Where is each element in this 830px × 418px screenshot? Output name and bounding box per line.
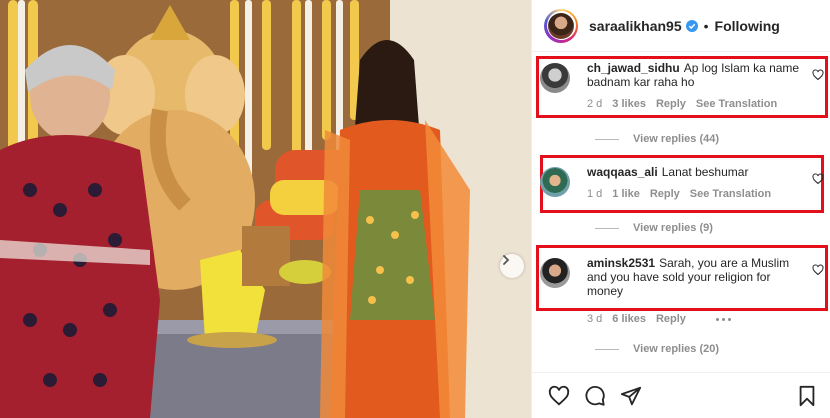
view-replies-button[interactable]: View replies (20) [595,343,719,355]
comment-time: 2 d [587,98,603,110]
reply-button[interactable]: Reply [656,312,686,326]
comment-text: Lanat beshumar [661,165,749,179]
comment-likes[interactable]: 3 likes [612,97,646,111]
chevron-right-icon [503,255,510,265]
comment-likes[interactable]: 1 like [612,187,640,201]
view-replies-button[interactable]: View replies (44) [595,133,719,145]
instagram-post-view: saraalikhan95 • Following ch_jawad_sidhu… [0,0,830,418]
commenter-avatar[interactable] [540,167,570,197]
post-action-bar [532,372,830,418]
commenter-avatar[interactable] [540,63,570,93]
comment-username[interactable]: aminsk2531 [587,256,655,270]
next-photo-button[interactable] [500,254,524,278]
view-replies-label: View replies (44) [633,133,720,145]
header-separator: • [703,17,709,34]
more-options-icon[interactable] [715,312,731,326]
author-avatar[interactable] [544,8,578,43]
comment-meta: 2 d 3 likes Reply See Translation [587,97,802,111]
comment-like-heart-icon[interactable] [812,69,824,81]
commenter-avatar[interactable] [540,258,570,288]
comment-like-heart-icon[interactable] [812,173,824,185]
comment-time: 3 d [587,313,603,325]
comment-username[interactable]: waqqaas_ali [587,165,658,179]
comment-time: 1 d [587,188,603,200]
comment-username[interactable]: ch_jawad_sidhu [587,61,680,75]
post-photo[interactable] [0,0,531,418]
verified-badge-icon [685,19,698,32]
bookmark-icon[interactable] [797,385,817,407]
heart-icon[interactable] [548,385,570,407]
comment-icon[interactable] [584,385,606,407]
reply-button[interactable]: Reply [650,187,680,201]
view-replies-label: View replies (9) [633,222,713,234]
view-replies-button[interactable]: View replies (9) [595,222,713,234]
post-photo-illustration [0,0,531,418]
comment-like-heart-icon[interactable] [812,264,824,276]
comment-3: aminsk2531 Sarah, you are a Muslim and yo… [540,256,826,326]
view-replies-label: View replies (20) [633,343,720,355]
comment-1: ch_jawad_sidhu Ap log Islam ka name badna… [540,61,826,111]
author-username[interactable]: saraalikhan95 [589,18,682,34]
see-translation-button[interactable]: See Translation [690,187,771,201]
comment-meta: 3 d 6 likes Reply [587,312,802,326]
comment-likes[interactable]: 6 likes [612,312,646,326]
share-icon[interactable] [620,385,642,407]
post-header: saraalikhan95 • Following [532,0,830,52]
following-button[interactable]: Following [715,18,780,34]
see-translation-button[interactable]: See Translation [696,97,777,111]
comment-2: waqqaas_ali Lanat beshumar 1 d 1 like Rep… [540,165,826,201]
comment-meta: 1 d 1 like Reply See Translation [587,187,802,201]
reply-button[interactable]: Reply [656,97,686,111]
comments-panel: saraalikhan95 • Following ch_jawad_sidhu… [531,0,830,418]
